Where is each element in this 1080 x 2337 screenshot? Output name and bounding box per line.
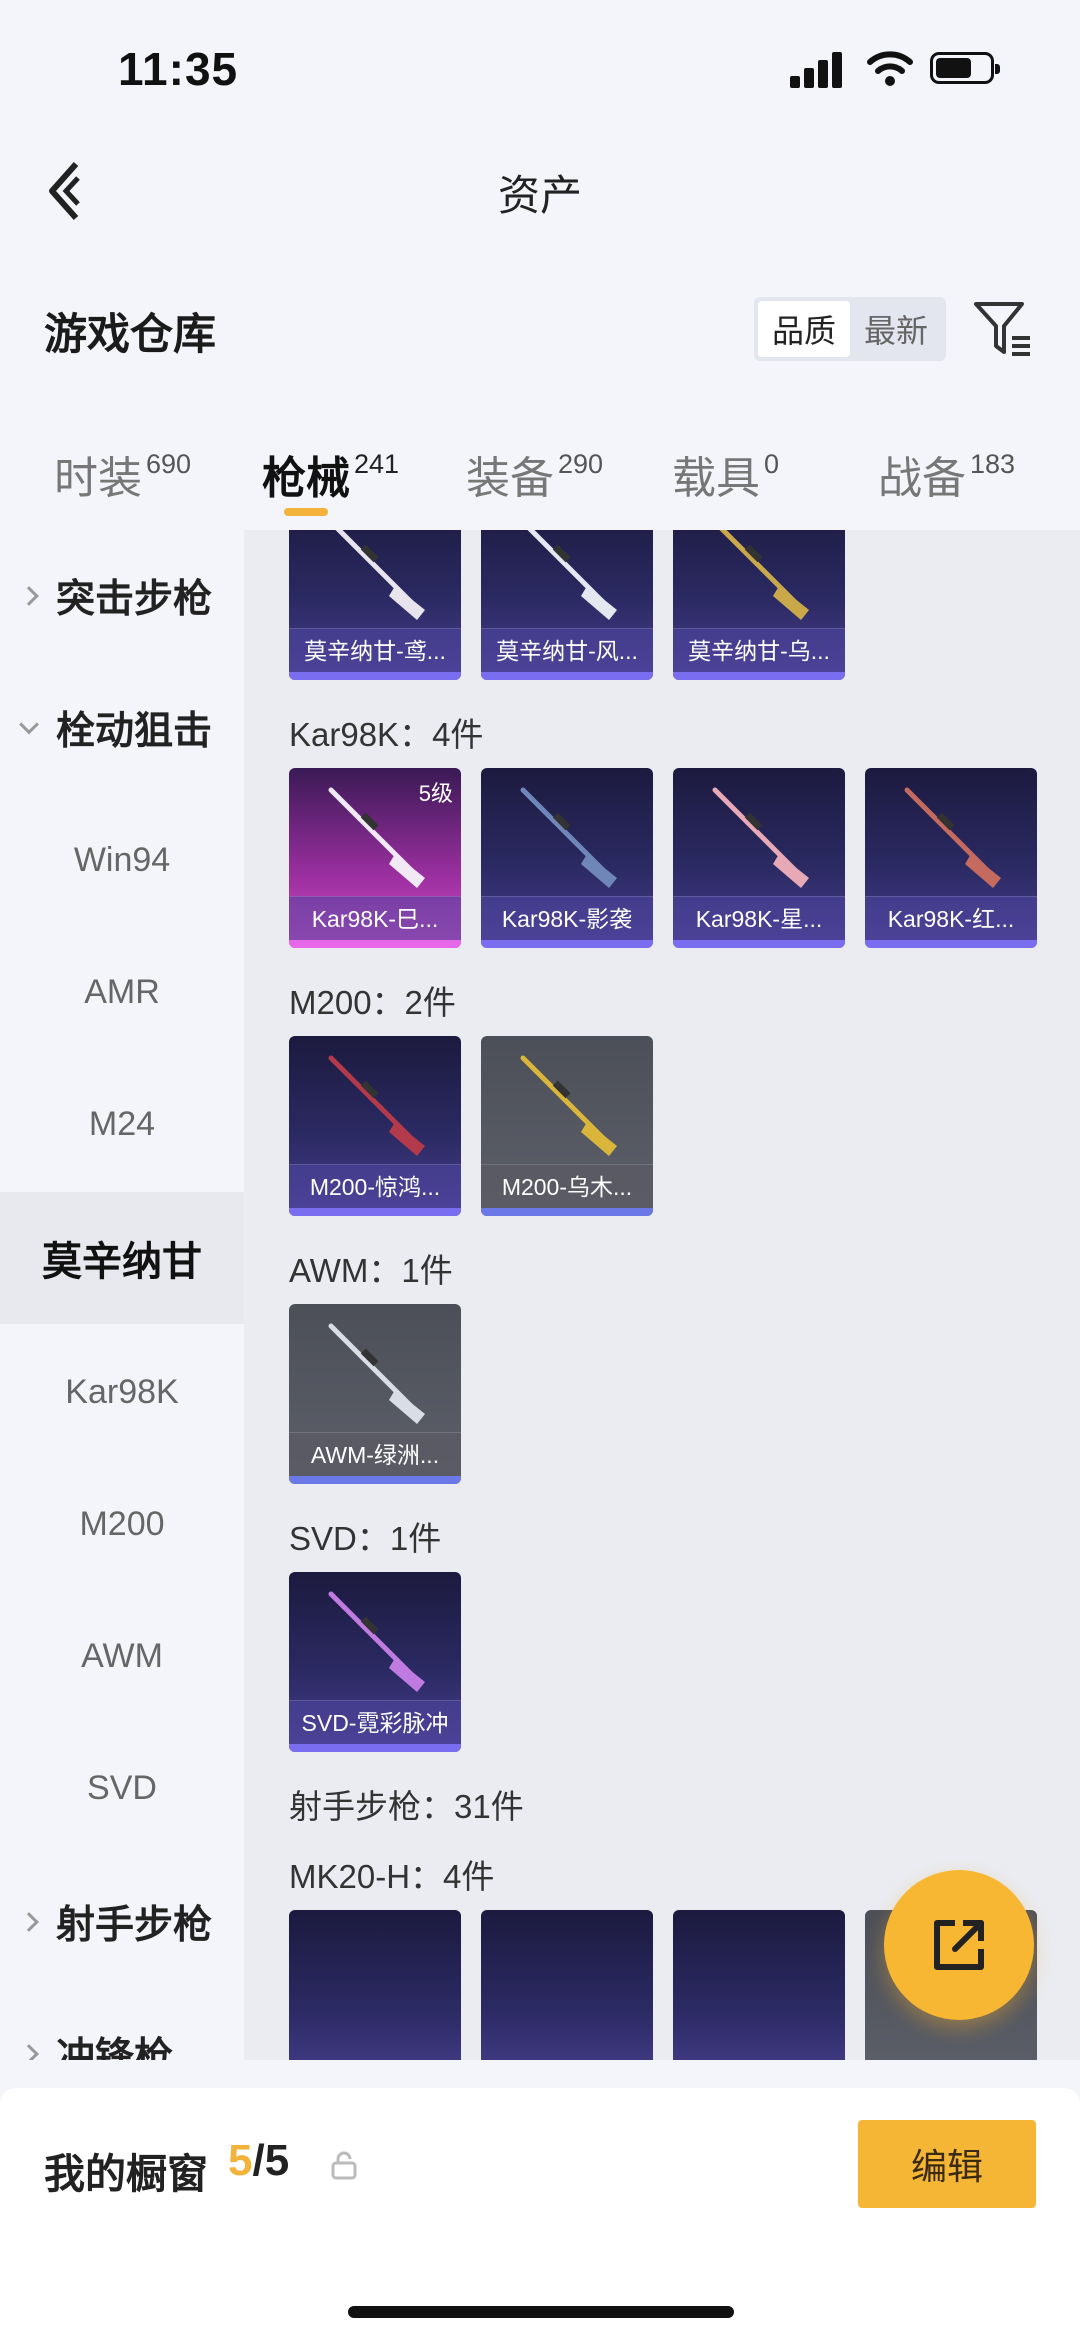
status-time: 11:35 xyxy=(118,43,239,95)
sort-newest-option[interactable]: 最新 xyxy=(850,301,942,357)
wifi-icon xyxy=(867,51,913,86)
sidebar-item-smg[interactable]: 冲锋枪 xyxy=(0,1988,244,2060)
sidebar-item-amr[interactable]: AMR xyxy=(0,926,244,1058)
battery-icon xyxy=(930,52,1000,84)
weapon-card[interactable]: 莫辛纳甘-风... xyxy=(481,530,653,680)
weapon-grid: 莫辛纳甘-鸢... 莫辛纳甘-风... 莫辛纳甘-乌... Kar98K：4件 5级 Ka… xyxy=(244,530,1080,2060)
signal-icon xyxy=(790,52,846,88)
showcase-bar: 我的橱窗 5/5 编辑 xyxy=(0,2088,1080,2337)
edit-button[interactable]: 编辑 xyxy=(858,2120,1036,2208)
showcase-label: 我的橱窗 xyxy=(44,2151,208,2197)
sidebar-item-svd[interactable]: SVD xyxy=(0,1722,244,1854)
sidebar-item-win94[interactable]: Win94 xyxy=(0,794,244,926)
weapon-name: M200-惊鸿... xyxy=(289,1164,461,1208)
rifle-icon xyxy=(520,787,617,888)
rarity-bar xyxy=(865,940,1037,948)
chevron-right-icon xyxy=(19,1912,39,1932)
rifle-icon xyxy=(904,787,1001,888)
rifle-icon xyxy=(328,1323,425,1424)
weapon-name: 莫辛纳甘-乌... xyxy=(673,628,845,672)
weapon-card[interactable]: AWM-绿洲... xyxy=(289,1304,461,1484)
group-label: MK20-H：4件 xyxy=(289,1858,495,1895)
chevron-right-icon xyxy=(19,2044,39,2060)
weapon-card[interactable]: M200-乌木... xyxy=(481,1036,653,1216)
showcase-count: 5/5 xyxy=(228,2136,290,2185)
tab-weapons[interactable]: 枪械 241 xyxy=(262,442,399,506)
lock-icon xyxy=(331,2151,357,2180)
sidebar-item-m24[interactable]: M24 xyxy=(0,1058,244,1190)
home-indicator xyxy=(348,2306,734,2318)
rarity-bar xyxy=(289,1476,461,1484)
sort-quality-option[interactable]: 品质 xyxy=(758,301,850,357)
sidebar-item-awm[interactable]: AWM xyxy=(0,1590,244,1722)
page-title: 资产 xyxy=(497,172,582,219)
tab-equipment[interactable]: 装备 290 xyxy=(466,442,603,506)
weapon-name: 莫辛纳甘-风... xyxy=(481,628,653,672)
rifle-icon xyxy=(527,530,617,620)
share-button[interactable] xyxy=(884,1870,1034,2020)
weapon-card[interactable]: SVD-霓彩脉冲 xyxy=(289,1572,461,1752)
sidebar-item-m200[interactable]: M200 xyxy=(0,1458,244,1590)
group-label: SVD：1件 xyxy=(289,1520,442,1557)
tab-supplies[interactable]: 战备 183 xyxy=(878,442,1015,506)
rifle-icon xyxy=(328,1591,425,1692)
group-label: M200：2件 xyxy=(289,984,456,1021)
chevron-down-icon xyxy=(19,714,39,735)
rarity-bar xyxy=(481,1208,653,1216)
weapon-name: Kar98K-影袭 xyxy=(481,896,653,940)
rarity-bar xyxy=(481,940,653,948)
rifle-icon xyxy=(712,787,809,888)
rarity-bar xyxy=(481,672,653,680)
sidebar-item-mosin[interactable]: 莫辛纳甘 xyxy=(0,1192,244,1324)
group-label: 射手步枪：31件 xyxy=(289,1788,524,1825)
weapon-card[interactable] xyxy=(481,1910,653,2060)
chevron-right-icon xyxy=(19,586,39,606)
rifle-icon xyxy=(335,530,425,620)
weapon-card[interactable]: Kar98K-影袭 xyxy=(481,768,653,948)
weapon-name: Kar98K-星... xyxy=(673,896,845,940)
rifle-icon xyxy=(719,530,809,620)
level-badge: 5级 xyxy=(418,781,453,806)
status-bar: 11:35 xyxy=(0,0,1080,140)
weapon-name: SVD-霓彩脉冲 xyxy=(289,1700,461,1744)
weapon-card[interactable]: Kar98K-红... xyxy=(865,768,1037,948)
weapon-category-sidebar: 突击步枪 栓动狙击 Win94 AMR M24 莫辛纳甘 Kar98K M200… xyxy=(0,530,244,2060)
sidebar-item-assault-rifle[interactable]: 突击步枪 xyxy=(0,530,244,662)
weapon-card[interactable]: 莫辛纳甘-鸢... xyxy=(289,530,461,680)
weapon-name: M200-乌木... xyxy=(481,1164,653,1208)
category-tabs: 时装 690 枪械 241 装备 290 载具 0 战备 183 xyxy=(0,420,1080,530)
rarity-bar xyxy=(289,940,461,948)
weapon-card[interactable]: M200-惊鸿... xyxy=(289,1036,461,1216)
group-label: AWM：1件 xyxy=(289,1252,453,1289)
rarity-bar xyxy=(673,940,845,948)
sidebar-item-marksman-rifle[interactable]: 射手步枪 xyxy=(0,1856,244,1988)
rarity-bar xyxy=(289,1208,461,1216)
group-label: Kar98K：4件 xyxy=(289,716,484,753)
weapon-name: Kar98K-巳... xyxy=(289,896,461,940)
sort-toggle: 品质 最新 xyxy=(754,297,946,361)
share-icon xyxy=(934,1920,984,1970)
weapon-card[interactable]: Kar98K-星... xyxy=(673,768,845,948)
rarity-bar xyxy=(673,672,845,680)
weapon-card[interactable] xyxy=(673,1910,845,2060)
filter-icon[interactable] xyxy=(972,298,1034,360)
rifle-icon xyxy=(520,1055,617,1156)
weapon-name: 莫辛纳甘-鸢... xyxy=(289,628,461,672)
rarity-bar xyxy=(289,1744,461,1752)
weapon-name: Kar98K-红... xyxy=(865,896,1037,940)
tab-fashion[interactable]: 时装 690 xyxy=(54,442,191,506)
rarity-bar xyxy=(289,672,461,680)
rifle-icon xyxy=(328,1055,425,1156)
weapon-card[interactable]: 5级 Kar98K-巳... xyxy=(289,768,461,948)
weapon-card[interactable]: 莫辛纳甘-乌... xyxy=(673,530,845,680)
weapon-card[interactable] xyxy=(289,1910,461,2060)
weapon-name: AWM-绿洲... xyxy=(289,1432,461,1476)
tab-vehicles[interactable]: 载具 0 xyxy=(672,442,779,506)
active-tab-indicator xyxy=(284,508,328,516)
warehouse-title: 游戏仓库 xyxy=(44,311,216,359)
sidebar-item-bolt-sniper[interactable]: 栓动狙击 xyxy=(0,662,244,794)
sidebar-item-kar98k[interactable]: Kar98K xyxy=(0,1326,244,1458)
